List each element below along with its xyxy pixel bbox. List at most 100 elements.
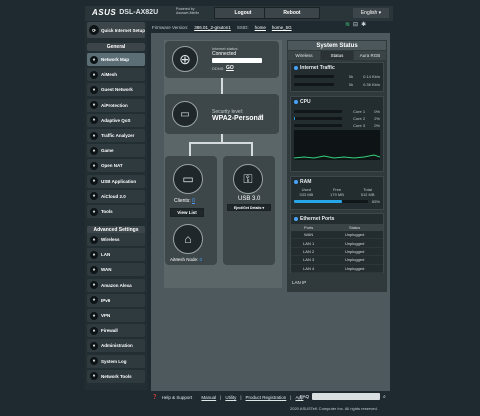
- cpu-card: CPU Core 1 0% Core 2 2% Core 3 0%: [290, 96, 384, 172]
- tab-aura-rgb[interactable]: Aura RGB: [354, 51, 386, 60]
- help-icon: ❓: [152, 394, 158, 399]
- faq-label: FAQ: [300, 394, 310, 399]
- connector-line: [189, 142, 191, 156]
- language-select[interactable]: English ▾: [353, 8, 389, 18]
- brand-name: ASUS: [92, 8, 117, 17]
- network-tools-icon: ●: [90, 372, 98, 381]
- sidebar-item-aimesh[interactable]: ● AiMesh: [87, 68, 145, 82]
- ssid-label: SSID:: [236, 24, 249, 30]
- alexa-icon: ●: [90, 281, 98, 290]
- sidebar-item-game[interactable]: ● Game: [87, 144, 145, 158]
- reboot-button[interactable]: Reboot: [264, 7, 320, 19]
- sidebar-item-firewall[interactable]: ● Firewall: [87, 324, 145, 338]
- sidebar-item-label: WAN: [101, 267, 112, 273]
- administration-icon: ●: [90, 341, 98, 350]
- sidebar-item-label: Tools: [101, 209, 113, 214]
- sidebar-item-aiprotection[interactable]: ● AiProtection: [87, 98, 145, 112]
- sidebar-item-wan[interactable]: ● WAN: [87, 263, 145, 277]
- cpu-dot-icon: [294, 100, 298, 104]
- usb-label: USB 3.0: [238, 196, 261, 202]
- ddns-label: DDNS:: [212, 66, 225, 71]
- usb-application-icon: ●: [90, 177, 98, 186]
- tab-status[interactable]: Status: [321, 51, 353, 60]
- monitor-icon[interactable]: ▭: [173, 164, 203, 194]
- sidebar-item-lan[interactable]: ● LAN: [87, 248, 145, 262]
- edit-security-icon[interactable]: ✎: [259, 114, 263, 120]
- connector-line: [251, 142, 253, 156]
- sidebar-item-guest-network[interactable]: ● Guest Network: [87, 83, 145, 97]
- sidebar-item-wireless[interactable]: ● Wireless: [87, 233, 145, 246]
- sidebar-item-network-map[interactable]: ● Network Map: [87, 53, 145, 66]
- sidebar-item-label: Network Tools: [101, 373, 132, 379]
- general-heading: General: [87, 43, 145, 51]
- aimesh-node-count[interactable]: 0: [200, 257, 203, 262]
- help-support-label: Help & Support: [161, 394, 193, 400]
- sidebar-item-traffic-analyzer[interactable]: ● Traffic Analyzer: [87, 129, 145, 142]
- aimesh-icon: ●: [90, 70, 98, 79]
- router-icon[interactable]: ▭: [172, 101, 198, 127]
- firmware-value[interactable]: 386.01_2-gnuton1: [194, 25, 231, 30]
- tab-wireless[interactable]: Wireless: [288, 51, 320, 60]
- usb-drive-icon[interactable]: ⚿: [233, 164, 263, 194]
- cpu-core-row: Core 3 0%: [294, 123, 380, 128]
- sidebar-item-network-tools[interactable]: ● Network Tools: [87, 369, 145, 383]
- sidebar-item-vpn[interactable]: ● VPN: [87, 309, 145, 322]
- sidebar-item-tools[interactable]: ● Tools: [87, 205, 145, 218]
- sidebar-item-administration[interactable]: ● Administration: [87, 339, 145, 353]
- cpu-graph-line: [294, 154, 380, 159]
- sidebar-item-aicloud-2-0[interactable]: ● AiCloud 2.0: [87, 189, 145, 203]
- utility-link[interactable]: Utility: [225, 395, 236, 400]
- sidebar-item-usb-application[interactable]: ● USB Application: [87, 174, 145, 188]
- table-row: LAN 4 Unplugged: [291, 264, 383, 273]
- sidebar-item-label: AiMesh: [101, 72, 118, 78]
- sidebar-item-amazon-alexa[interactable]: ● Amazon Alexa: [87, 278, 145, 292]
- ram-bar: [294, 200, 368, 203]
- sidebar-item-label: LAN: [101, 252, 111, 258]
- connector-line: [189, 142, 253, 144]
- quick-setup-icon: ⟳: [89, 25, 99, 35]
- product-registration-link[interactable]: Product Registration: [246, 395, 287, 400]
- gear-icon[interactable]: ✱: [361, 21, 366, 28]
- traffic-row: 0k 0.36 Kb/s: [294, 82, 380, 87]
- sidebar-item-system-log[interactable]: ● System Log: [87, 354, 145, 368]
- sidebar-item-label: Traffic Analyzer: [101, 133, 135, 138]
- status-tabs: Wireless Status Aura RGB: [288, 51, 386, 60]
- clients-label: Clients: 0: [174, 198, 195, 204]
- copyright: 2020 ASUSTeK Computer Inc. All rights re…: [290, 406, 378, 411]
- faq-search-input[interactable]: [312, 393, 381, 400]
- ssid-value-5g[interactable]: home_5G: [272, 25, 292, 30]
- cpu-core-bar: [294, 124, 342, 127]
- sidebar-item-label: AiProtection: [101, 102, 128, 108]
- guest-network-icon: ●: [90, 85, 98, 94]
- open-nat-icon: ●: [90, 161, 98, 170]
- footer-links: ❓ Help & Support Manual | Utility | Produc…: [152, 394, 304, 400]
- table-row: LAN 3 Unplugged: [291, 255, 383, 265]
- network-map-icon: ●: [90, 55, 98, 64]
- clients-count[interactable]: 0: [192, 198, 195, 204]
- wifi-status-icon[interactable]: ≋: [345, 21, 350, 28]
- aimesh-node-icon[interactable]: ⌂: [173, 224, 203, 254]
- usb-action-select[interactable]: Eject/Get Details ▾: [227, 204, 271, 211]
- ddns-go-link[interactable]: GO: [226, 65, 234, 71]
- wan-ip-field: [212, 58, 262, 63]
- sidebar-item-label: VPN: [101, 313, 111, 318]
- security-value: WPA2-Personal: [212, 115, 264, 122]
- table-row: WAN Unplugged: [291, 231, 383, 240]
- quick-internet-setup[interactable]: ⟳ Quick Internet Setup: [87, 22, 145, 38]
- ram-dot-icon: [294, 180, 298, 184]
- sidebar-item-open-nat[interactable]: ● Open NAT: [87, 159, 145, 173]
- ssid-value[interactable]: home: [255, 25, 266, 30]
- usb-status-icon[interactable]: ⊟: [353, 21, 358, 28]
- globe-icon[interactable]: ⊕: [172, 46, 198, 72]
- view-list-button[interactable]: View List: [170, 208, 204, 217]
- system-log-icon: ●: [90, 357, 98, 366]
- wireless-icon: ●: [90, 235, 98, 244]
- sidebar-item-label: IPv6: [101, 297, 111, 303]
- search-icon[interactable]: ⌕: [383, 394, 386, 400]
- ipv6-icon: ●: [90, 296, 98, 305]
- sidebar-item-ipv6[interactable]: ● IPv6: [87, 293, 145, 307]
- connector-line: [221, 134, 223, 142]
- manual-link[interactable]: Manual: [201, 395, 216, 400]
- cpu-core-row: Core 1 0%: [294, 109, 380, 114]
- sidebar-item-adaptive-qos[interactable]: ● Adaptive QoS: [87, 113, 145, 127]
